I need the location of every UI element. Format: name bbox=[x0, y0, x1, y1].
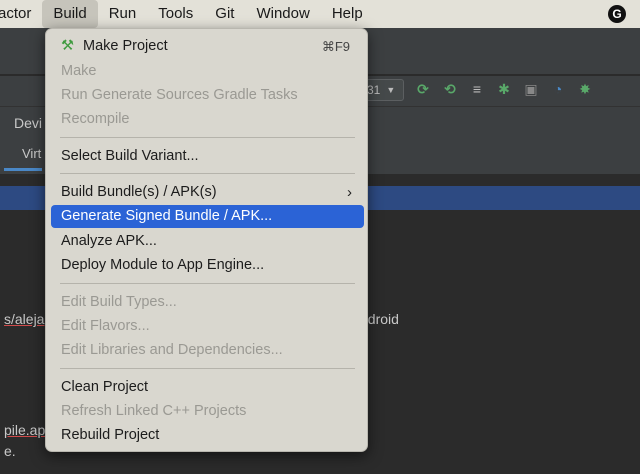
edit-libraries-item: Edit Libraries and Dependencies... bbox=[61, 342, 283, 358]
logcat-icon[interactable]: ≡ bbox=[468, 80, 486, 98]
macos-menu-bar: actor Build Run Tools Git Window Help G bbox=[0, 0, 640, 28]
rebuild-project-item[interactable]: Rebuild Project bbox=[51, 424, 364, 447]
toolbar-icons: ⟳ ⟲ ≡ ✱ ▣ ◔ ✸ bbox=[414, 80, 594, 98]
menu-git[interactable]: Git bbox=[204, 0, 245, 28]
deploy-module-item[interactable]: Deploy Module to App Engine... bbox=[51, 254, 364, 277]
menu-separator bbox=[60, 137, 355, 138]
make-project-label: Make Project bbox=[83, 38, 168, 54]
rerun-icon[interactable]: ⟳ bbox=[414, 80, 432, 98]
chevron-right-icon: › bbox=[347, 184, 352, 201]
active-tab-indicator bbox=[4, 168, 42, 171]
apply-changes-icon[interactable]: ⟲ bbox=[441, 80, 459, 98]
run-config-label: 31 bbox=[367, 83, 381, 97]
make-project-shortcut: ⌘F9 bbox=[321, 39, 350, 54]
refresh-linked-cpp-item: Refresh Linked C++ Projects bbox=[61, 403, 247, 419]
edit-build-types-item: Edit Build Types... bbox=[61, 294, 177, 310]
hammer-icon: ⚒ bbox=[61, 38, 74, 54]
debug-icon[interactable]: ✱ bbox=[495, 80, 513, 98]
make-item: Make bbox=[61, 63, 97, 79]
build-bundle-apk-label: Build Bundle(s) / APK(s) bbox=[61, 184, 217, 200]
tab-virtual[interactable]: Virt bbox=[22, 146, 41, 161]
menu-help[interactable]: Help bbox=[321, 0, 374, 28]
path-text-left: s/aleja bbox=[4, 311, 45, 327]
profile-icon[interactable]: ◔ bbox=[549, 80, 567, 98]
menu-separator bbox=[60, 283, 355, 284]
edit-flavors-item: Edit Flavors... bbox=[61, 318, 150, 334]
grammarly-icon[interactable]: G bbox=[608, 5, 626, 23]
build-menu-dropdown: ⚒ Make Project ⌘F9 Make Run Generate Sour… bbox=[45, 28, 368, 452]
generate-signed-bundle-item[interactable]: Generate Signed Bundle / APK... bbox=[51, 205, 364, 228]
menu-separator bbox=[60, 368, 355, 369]
select-build-variant-item[interactable]: Select Build Variant... bbox=[51, 145, 364, 168]
menu-refactor[interactable]: actor bbox=[0, 0, 42, 28]
chevron-down-icon: ▼ bbox=[386, 85, 396, 95]
build-bundle-apk-item[interactable]: Build Bundle(s) / APK(s) › bbox=[51, 181, 364, 204]
menu-build[interactable]: Build bbox=[42, 0, 98, 28]
menu-separator bbox=[60, 173, 355, 174]
menu-tools[interactable]: Tools bbox=[147, 0, 204, 28]
analyze-apk-item[interactable]: Analyze APK... bbox=[51, 230, 364, 253]
menu-run[interactable]: Run bbox=[98, 0, 148, 28]
tab-device-manager[interactable]: Devi bbox=[14, 115, 42, 131]
clean-project-item[interactable]: Clean Project bbox=[51, 376, 364, 399]
run-generate-sources-item: Run Generate Sources Gradle Tasks bbox=[61, 87, 298, 103]
make-project-item[interactable]: ⚒ Make Project ⌘F9 bbox=[51, 35, 364, 58]
recompile-item: Recompile bbox=[61, 111, 130, 127]
menu-window[interactable]: Window bbox=[245, 0, 320, 28]
attach-icon[interactable]: ▣ bbox=[522, 80, 540, 98]
debug-bug-icon[interactable]: ✸ bbox=[576, 80, 594, 98]
file-text-line1: pile.ap bbox=[4, 422, 46, 438]
file-text-line2: e. bbox=[4, 443, 16, 459]
